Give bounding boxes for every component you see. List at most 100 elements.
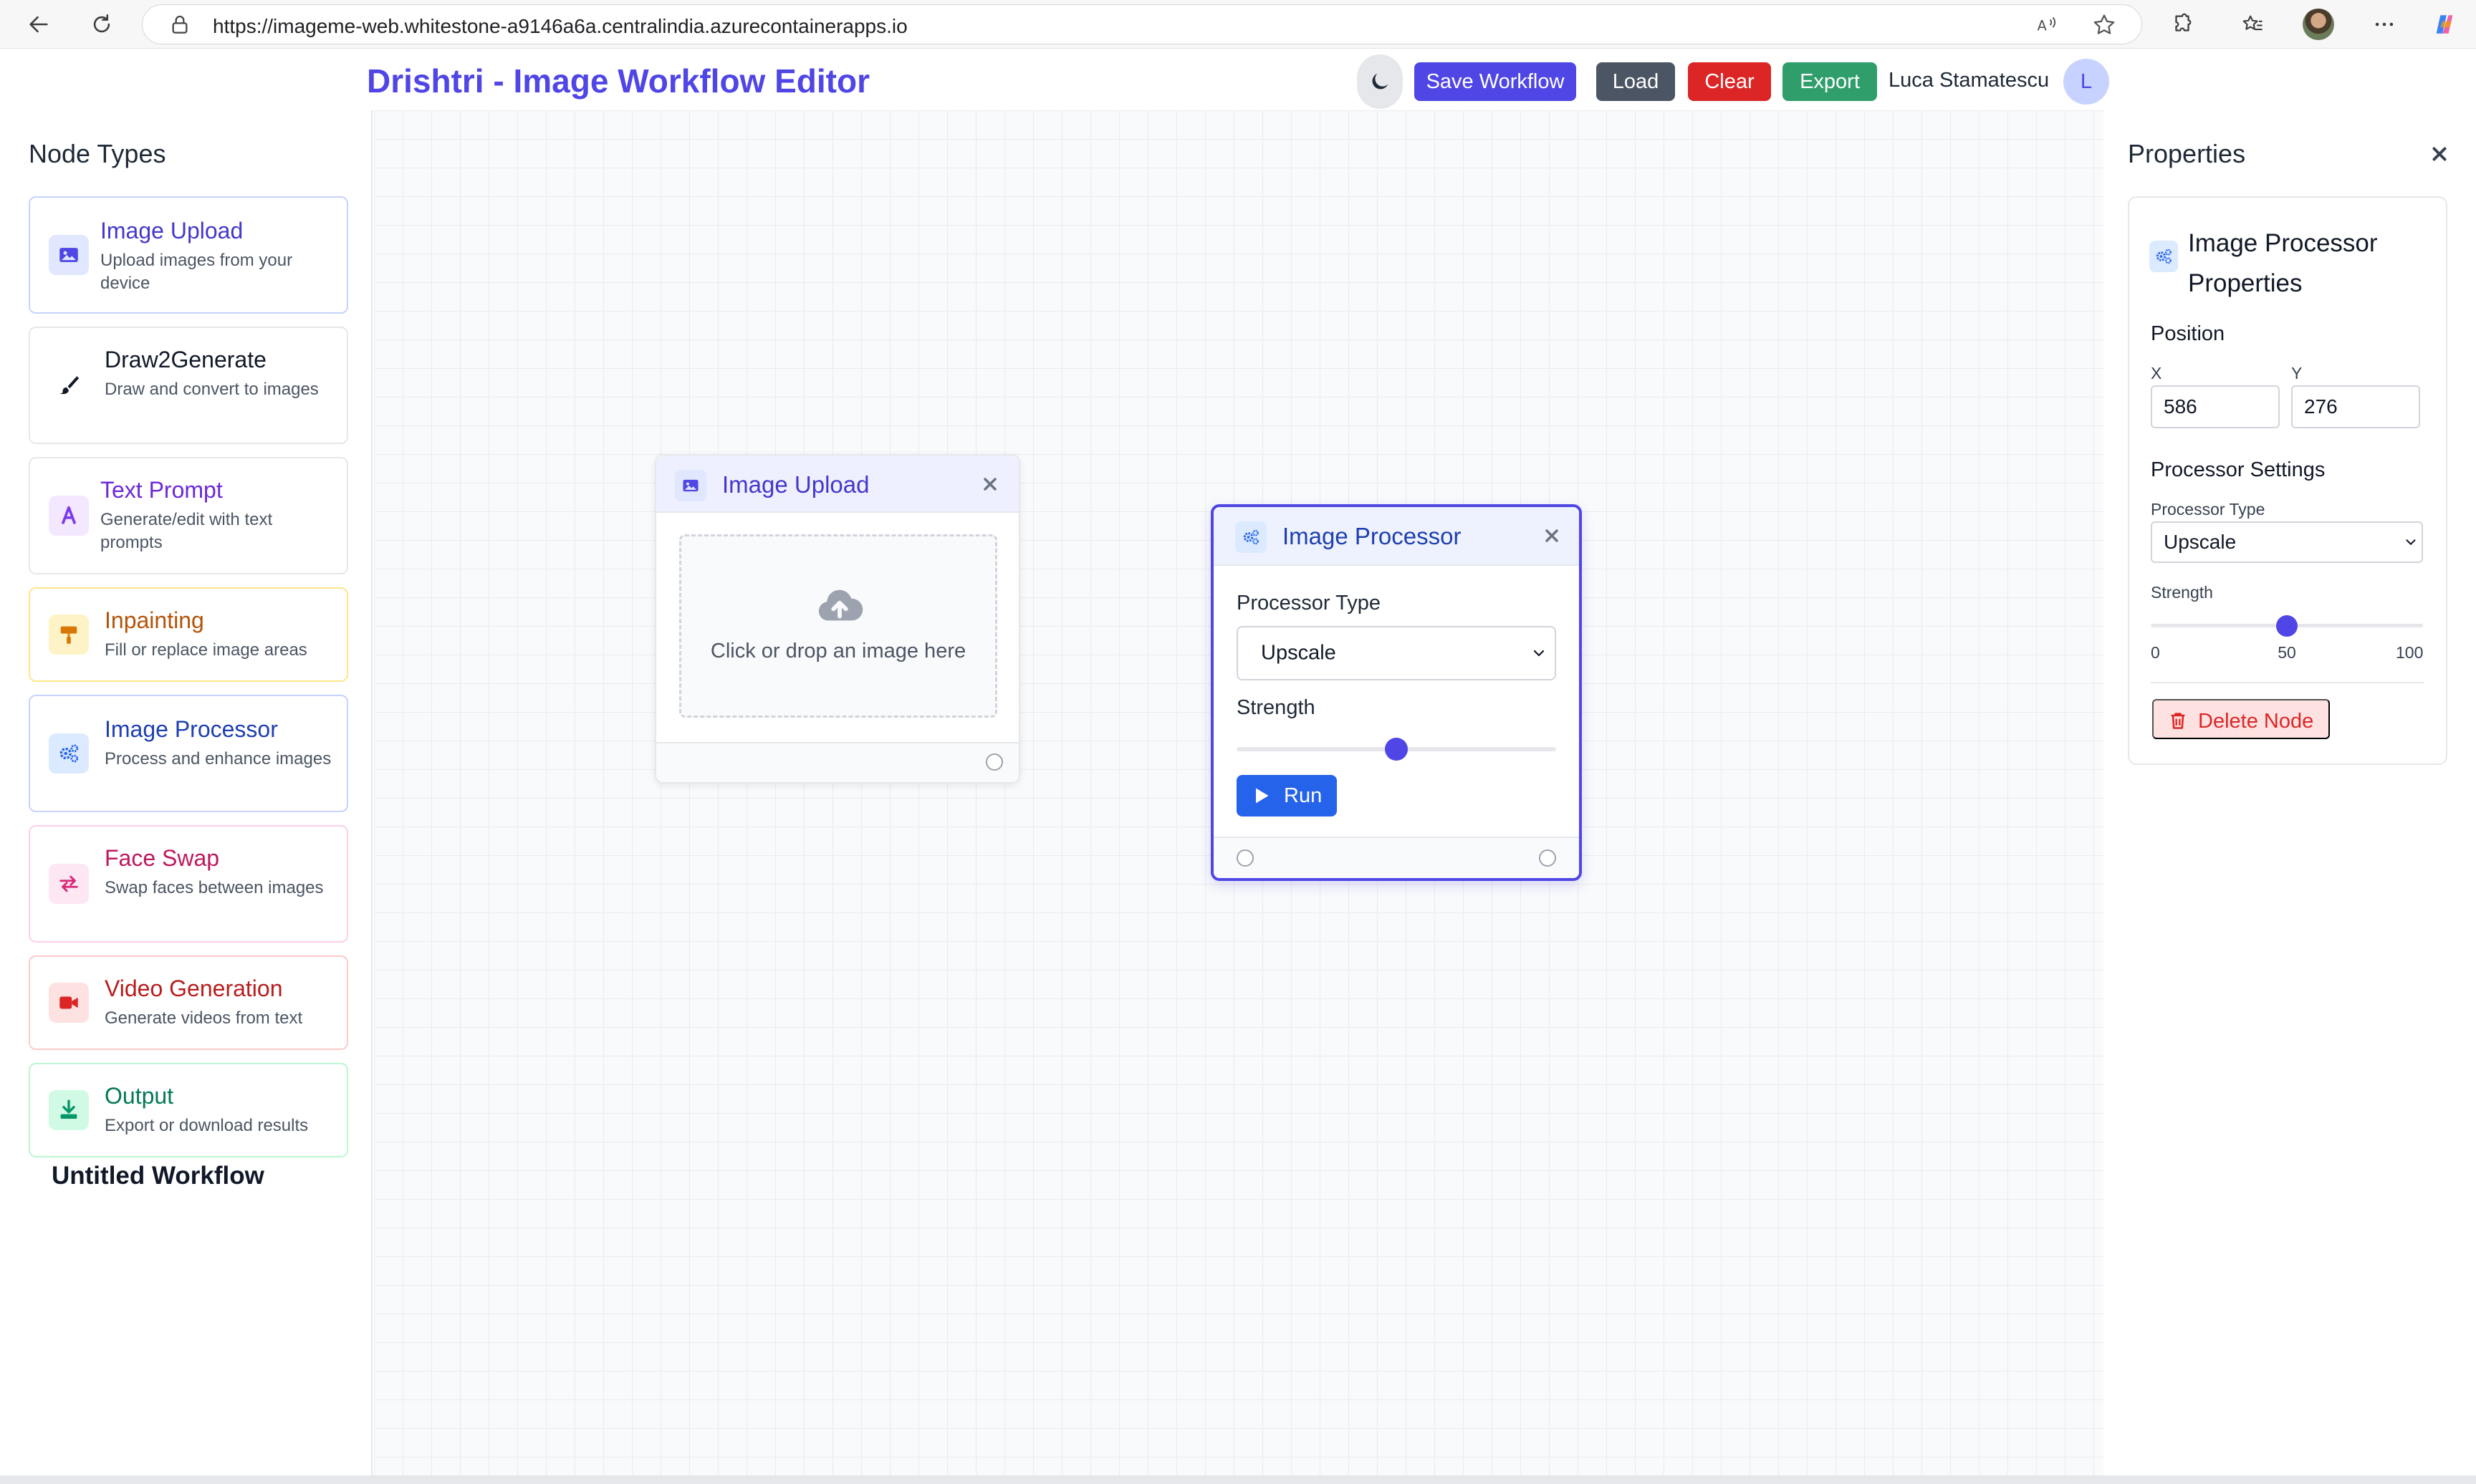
node-type-video-generation[interactable]: Video Generation Generate videos from te…	[29, 955, 348, 1050]
node-type-desc: Fill or replace image areas	[105, 640, 307, 660]
node-footer	[656, 742, 1019, 782]
image-dropzone[interactable]: Click or drop an image here	[679, 534, 997, 718]
node-type-desc: Process and enhance images	[105, 749, 332, 768]
strength-slider[interactable]	[1237, 735, 1556, 763]
output-port[interactable]	[986, 753, 1003, 771]
browser-toolbar: https://imageme-web.whitestone-a9146a6a.…	[0, 0, 2476, 49]
copilot-icon[interactable]	[2427, 7, 2462, 42]
output-port[interactable]	[1539, 849, 1556, 867]
image-upload-node[interactable]: Image Upload Click or drop an image here	[655, 454, 1020, 784]
back-icon[interactable]	[21, 7, 56, 42]
node-type-draw2generate[interactable]: Draw2Generate Draw and convert to images	[29, 327, 348, 444]
strength-label: Strength	[2151, 583, 2213, 602]
slider-thumb[interactable]	[1385, 738, 1408, 761]
user-avatar[interactable]: L	[2063, 59, 2109, 105]
y-input[interactable]: 276	[2291, 385, 2420, 428]
favorites-icon[interactable]	[2235, 7, 2270, 42]
node-type-text-prompt[interactable]: Text Prompt Generate/edit with text prom…	[29, 457, 348, 574]
font-icon	[49, 496, 89, 536]
workflow-canvas[interactable]: Image Upload Click or drop an image here…	[374, 110, 2103, 1475]
close-icon[interactable]	[2426, 140, 2453, 168]
export-button[interactable]: Export	[1782, 62, 1877, 101]
chevron-down-icon	[2406, 539, 2416, 545]
node-type-desc: Swap faces between images	[105, 878, 324, 897]
run-button[interactable]: Run	[1237, 775, 1337, 816]
x-label: X	[2151, 364, 2162, 382]
node-type-image-upload[interactable]: Image Upload Upload images from your dev…	[29, 196, 348, 314]
favorite-star-icon[interactable]	[2091, 12, 2117, 38]
x-input[interactable]: 586	[2151, 385, 2280, 428]
node-type-face-swap[interactable]: Face Swap Swap faces between images	[29, 825, 348, 943]
dropzone-text: Click or drop an image here	[710, 640, 966, 662]
node-type-inpainting[interactable]: Inpainting Fill or replace image areas	[29, 587, 348, 682]
node-type-desc: Generate/edit with text prompts	[100, 510, 273, 552]
node-type-title: Draw2Generate	[105, 347, 267, 372]
moon-icon	[1372, 73, 1388, 90]
node-type-output[interactable]: Output Export or download results	[29, 1063, 348, 1157]
slider-thumb[interactable]	[2276, 615, 2298, 637]
chevron-down-icon	[1533, 650, 1545, 657]
video-icon	[49, 983, 89, 1023]
exchange-icon	[49, 864, 89, 904]
delete-node-button[interactable]: Delete Node	[2152, 699, 2330, 739]
input-port[interactable]	[1237, 849, 1254, 867]
select-value: Upscale	[2164, 531, 2237, 553]
download-icon	[49, 1090, 89, 1130]
theme-toggle-button[interactable]	[1357, 54, 1403, 109]
save-workflow-button[interactable]: Save Workflow	[1414, 62, 1576, 101]
properties-card: Image Processor Properties Position X Y …	[2128, 196, 2447, 765]
cogs-icon	[2149, 241, 2178, 272]
sidebar-title: Node Types	[29, 139, 166, 168]
app-title: Drishtri - Image Workflow Editor	[367, 62, 870, 100]
run-label: Run	[1284, 784, 1323, 807]
node-title: Image Upload	[722, 471, 870, 498]
load-button[interactable]: Load	[1596, 62, 1675, 101]
properties-node-title: Image Processor Properties	[2188, 229, 2378, 297]
cogs-icon	[49, 733, 89, 774]
node-type-title: Text Prompt	[100, 477, 223, 503]
select-value: Upscale	[1261, 641, 1336, 665]
node-header[interactable]: Image Processor	[1214, 507, 1579, 566]
lock-icon	[172, 15, 188, 34]
window-bottom-edge	[0, 1475, 2476, 1484]
play-icon	[1256, 788, 1269, 804]
paintbrush-icon	[49, 365, 89, 405]
clear-button[interactable]: Clear	[1688, 62, 1771, 101]
y-label: Y	[2291, 364, 2303, 382]
processor-type-select[interactable]: Upscale	[2151, 521, 2423, 563]
paint-roller-icon	[49, 615, 89, 655]
position-label: Position	[2151, 322, 2225, 345]
trash-icon	[2171, 713, 2185, 729]
node-type-desc: Draw and convert to images	[105, 380, 319, 399]
more-menu-icon[interactable]	[2367, 7, 2401, 42]
read-aloud-icon[interactable]: A	[2034, 12, 2060, 38]
properties-title: Properties	[2128, 139, 2246, 168]
close-icon[interactable]	[1537, 521, 1566, 550]
workflow-name[interactable]: Untitled Workflow	[52, 1162, 264, 1190]
close-icon[interactable]	[976, 470, 1004, 498]
node-type-desc: Export or download results	[105, 1116, 309, 1135]
processor-type-label: Processor Type	[1237, 592, 1381, 615]
extensions-icon[interactable]	[2165, 7, 2199, 42]
node-type-title: Video Generation	[105, 975, 283, 1001]
profile-avatar[interactable]	[2303, 9, 2334, 40]
node-type-desc: Upload images from your device	[100, 251, 293, 293]
strength-slider[interactable]	[2151, 615, 2423, 637]
image-icon	[49, 235, 89, 275]
node-footer	[1214, 837, 1579, 878]
processor-settings-label: Processor Settings	[2151, 458, 2326, 481]
refresh-icon[interactable]	[85, 7, 119, 42]
strength-max: 100	[2396, 643, 2424, 662]
processor-type-select[interactable]: Upscale	[1237, 626, 1556, 680]
address-bar[interactable]: https://imageme-web.whitestone-a9146a6a.…	[142, 4, 2142, 44]
node-type-title: Image Processor	[105, 716, 278, 742]
node-type-title: Face Swap	[105, 845, 220, 871]
node-type-title: Output	[105, 1083, 174, 1109]
node-type-image-processor[interactable]: Image Processor Process and enhance imag…	[29, 695, 348, 812]
cloud-upload-icon	[818, 589, 863, 621]
delete-node-label: Delete Node	[2198, 710, 2314, 733]
node-type-title: Image Upload	[100, 218, 244, 244]
node-header[interactable]: Image Upload	[656, 456, 1019, 513]
node-types-sidebar: Node Types Image Upload Upload images fr…	[0, 110, 373, 1475]
image-processor-node[interactable]: Image Processor Processor Type Upscale S…	[1211, 504, 1582, 881]
